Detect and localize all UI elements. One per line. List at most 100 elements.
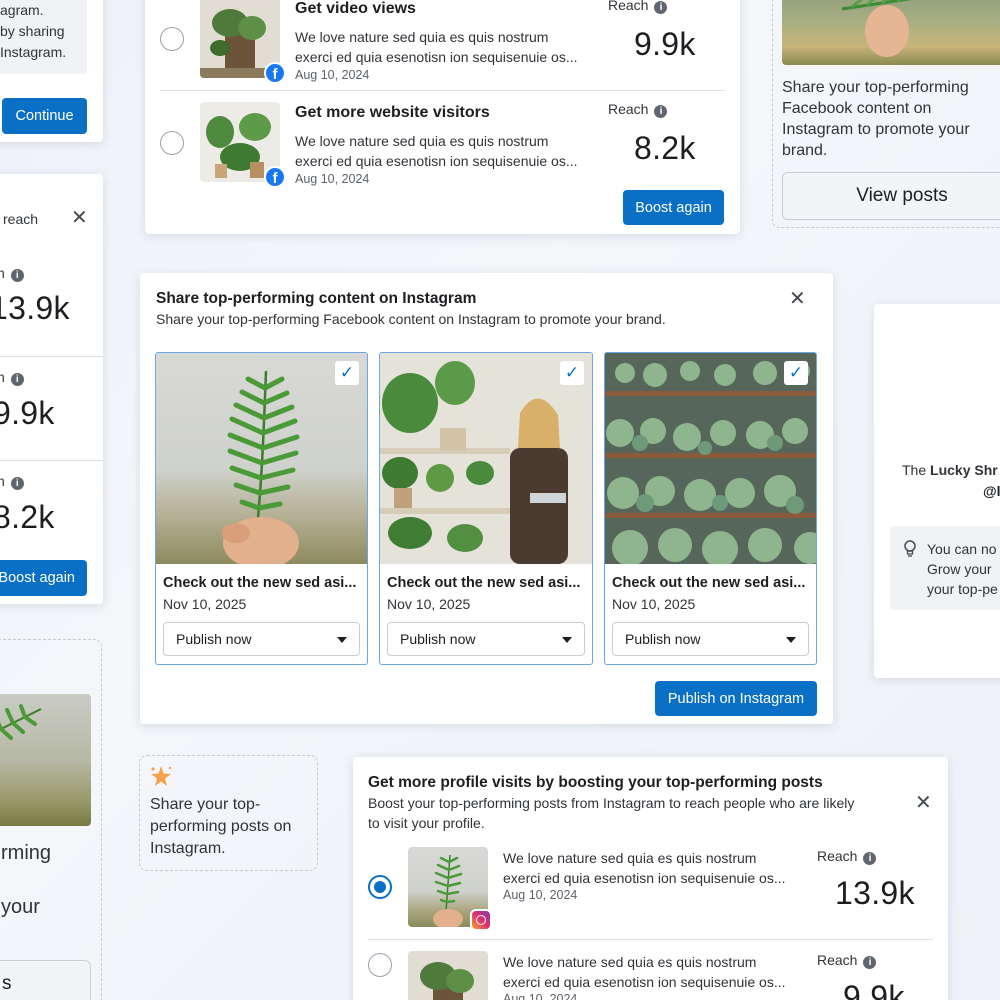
publish-on-instagram-button[interactable]: Publish on Instagram [655, 681, 817, 716]
post-description: exerci ed quia esenotisn ion sequisenuie… [295, 49, 578, 65]
top-right-promo: Share your top-performing Facebook conte… [772, 0, 1000, 228]
post-description: exerci ed quia esenotisn ion sequisenuie… [503, 974, 786, 990]
reach-value: 8.2k [634, 130, 696, 166]
reach-label: chi [0, 369, 24, 386]
chevron-down-icon [786, 637, 796, 643]
share-instagram-modal: Share top-performing content on Instagra… [140, 273, 833, 724]
reach-value: 9.9k [634, 26, 696, 62]
select-checkbox[interactable]: ✓ [784, 361, 808, 385]
post-date: Aug 10, 2024 [295, 68, 370, 82]
top-posts-card: f Get video views We love nature sed qui… [145, 0, 740, 234]
publish-dropdown[interactable]: Publish now [387, 622, 585, 656]
tip-text-line: You can no [927, 541, 997, 557]
close-icon[interactable]: ✕ [789, 289, 806, 309]
post-radio[interactable] [368, 875, 392, 899]
promo-image [0, 694, 91, 826]
post-description: We love nature sed quia es quis nostrum [295, 29, 549, 45]
top-left-card: agram. by sharing Instagram. Continue [0, 0, 103, 142]
post-card[interactable]: ✓ ••• Check out the new sed asi... Nov 1… [604, 352, 817, 665]
facebook-icon: f [264, 62, 286, 84]
post-description: We love nature sed quia es quis nostrum [503, 850, 757, 866]
info-icon[interactable]: i [10, 477, 24, 490]
reach-value: 13.9k [835, 875, 915, 911]
post-thumbnail [408, 951, 488, 1000]
info-icon[interactable]: i [10, 269, 24, 282]
reach-label: chi [0, 473, 24, 490]
boost-again-button[interactable]: Boost again [623, 190, 724, 225]
account-handle: @l [983, 483, 1000, 499]
post-date: Nov 10, 2025 [387, 596, 471, 612]
select-checkbox[interactable]: ✓ [560, 361, 584, 385]
promo-button[interactable]: s [0, 960, 91, 1000]
boost-again-button[interactable]: Boost again [0, 560, 87, 596]
continue-button[interactable]: Continue [2, 98, 87, 134]
post-card[interactable]: ✓ ••• Check out the new sed asi... Nov 1… [379, 352, 593, 665]
reach-value: 8.2k [0, 499, 55, 535]
sparkle-icon [148, 764, 174, 790]
post-radio[interactable] [160, 131, 184, 155]
chevron-down-icon [562, 637, 572, 643]
right-partial-card: The Lucky Shr @l You can no Grow your yo… [874, 304, 1000, 678]
account-name: The Lucky Shr [902, 462, 998, 478]
facebook-icon: f [264, 166, 286, 188]
post-caption: Check out the new sed asi... [387, 575, 581, 591]
instagram-icon [470, 909, 492, 931]
promo-text: Share your top-performing Facebook conte… [782, 79, 970, 159]
publish-dropdown[interactable]: Publish now [163, 622, 360, 656]
post-description: exerci ed quia esenotisn ion sequisenuie… [295, 153, 578, 169]
info-icon[interactable]: i [863, 852, 877, 865]
publish-dropdown-value: Publish now [625, 631, 701, 647]
post-card[interactable]: ✓ ••• Check out the new sed asi... Nov 1… [155, 352, 368, 665]
post-title: Get more website visitors [295, 104, 490, 121]
post-title: Get video views [295, 0, 416, 17]
profile-visits-card: Get more profile visits by boosting your… [353, 757, 948, 1000]
row-divider [0, 356, 103, 357]
select-checkbox[interactable]: ✓ [335, 361, 359, 385]
promo-image [782, 0, 1000, 65]
modal-title: Share top-performing content on Instagra… [156, 290, 477, 307]
card-subtitle: Boost your top-performing posts from Ins… [368, 795, 855, 811]
post-description: exerci ed quia esenotisn ion sequisenuie… [503, 870, 786, 886]
post-date: Nov 10, 2025 [612, 596, 696, 612]
top-left-text-line: Instagram. [0, 44, 67, 60]
post-date: Nov 10, 2025 [163, 596, 247, 612]
promo-text-line: your [1, 896, 40, 918]
row-divider [368, 939, 933, 940]
tip-text-line: Grow your [927, 561, 992, 577]
reach-label: Reach i [608, 0, 668, 14]
top-left-text-line: agram. [0, 2, 44, 18]
post-radio[interactable] [160, 27, 184, 51]
post-image [605, 353, 816, 567]
card-title: Get more profile visits by boosting your… [368, 774, 823, 791]
publish-dropdown-value: Publish now [400, 631, 476, 647]
tip-text-line: your top-pe [927, 581, 998, 597]
card-subtitle: to visit your profile. [368, 815, 485, 831]
post-description: We love nature sed quia es quis nostrum [295, 133, 549, 149]
left-reach-card: reach ✕ chi 13.9k chi 9.9k chi 8.2k Boos… [0, 174, 103, 604]
top-left-text-line: by sharing [0, 23, 65, 39]
post-image [380, 353, 592, 564]
promo-text-line: rming [1, 842, 52, 864]
info-icon[interactable]: i [10, 373, 24, 386]
info-icon[interactable]: i [863, 956, 877, 969]
reach-label: Reach i [608, 101, 668, 118]
row-divider [0, 460, 103, 461]
post-thumbnail: f [200, 0, 286, 84]
left-reach-header: reach [3, 211, 39, 227]
top-left-text-box: agram. by sharing Instagram. [0, 0, 87, 74]
close-icon[interactable]: ✕ [915, 793, 932, 813]
post-radio[interactable] [368, 953, 392, 977]
post-description: We love nature sed quia es quis nostrum [503, 954, 757, 970]
post-caption: Check out the new sed asi... [163, 575, 357, 591]
reach-value: 9.9k [843, 979, 905, 1000]
reach-value: 13.9k [0, 290, 70, 326]
info-icon[interactable]: i [654, 105, 668, 118]
reach-label: chi [0, 265, 24, 282]
row-divider [160, 90, 725, 91]
publish-dropdown[interactable]: Publish now [612, 622, 809, 656]
view-posts-button[interactable]: View posts [782, 172, 1000, 220]
reach-label: Reach i [817, 848, 877, 865]
post-thumbnail: f [200, 102, 286, 188]
info-icon[interactable]: i [654, 1, 668, 14]
close-icon[interactable]: ✕ [71, 208, 88, 228]
